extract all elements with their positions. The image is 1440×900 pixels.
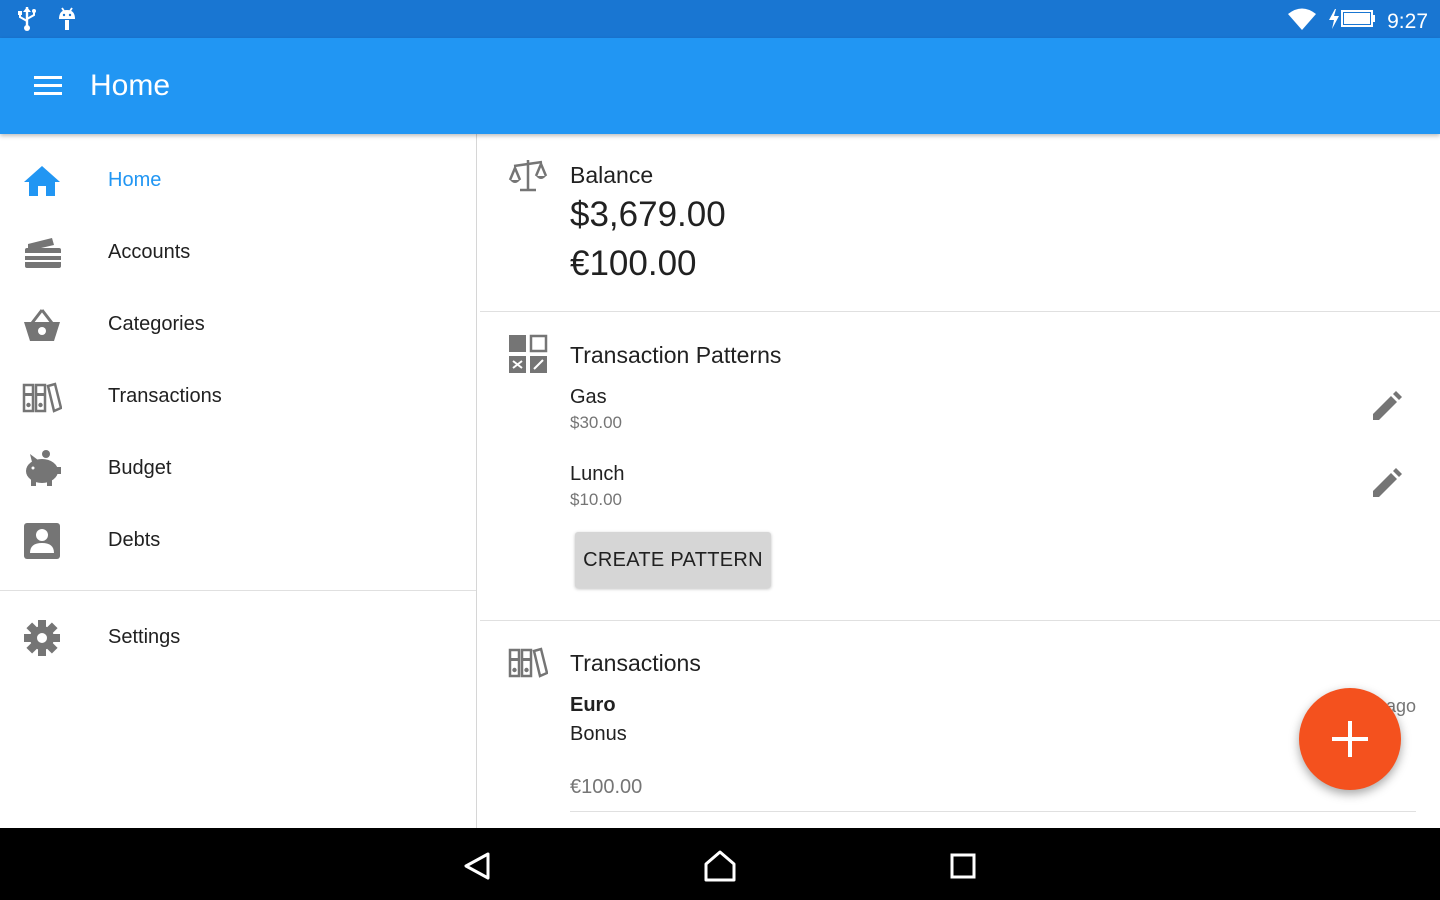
recents-icon[interactable] — [943, 846, 983, 886]
page-title: Home — [90, 69, 171, 102]
usb-icon — [16, 6, 38, 37]
binders-icon — [22, 377, 63, 417]
transaction-amount: €100.00 — [570, 776, 643, 798]
home-icon[interactable] — [700, 846, 740, 886]
navigation-drawer: Home Accounts Categories Transactions Bu… — [0, 134, 477, 828]
android-debug-icon — [56, 6, 78, 37]
drawer-divider — [0, 590, 476, 591]
pattern-name: Lunch — [570, 463, 625, 485]
drawer-item-label: Categories — [108, 313, 205, 335]
status-bar-right: 9:27 — [1287, 6, 1428, 37]
piggy-bank-icon — [22, 449, 62, 489]
basket-icon — [22, 305, 62, 345]
back-icon[interactable] — [458, 846, 498, 886]
battery-charging-icon — [1327, 6, 1377, 37]
hamburger-menu-icon[interactable] — [33, 74, 63, 98]
transaction-category: Bonus — [570, 723, 627, 745]
gear-icon — [22, 618, 62, 658]
pattern-value: $30.00 — [570, 413, 622, 432]
create-pattern-button[interactable]: CREATE PATTERN — [575, 532, 771, 588]
section-divider — [480, 311, 1440, 312]
edit-pattern-icon[interactable] — [1369, 390, 1403, 424]
drawer-item-label: Transactions — [108, 385, 222, 407]
system-nav-bar — [0, 828, 1440, 900]
app-bar: Home — [0, 38, 1440, 134]
add-transaction-fab[interactable] — [1299, 688, 1401, 790]
status-bar-left — [16, 6, 78, 37]
drawer-item-label: Home — [108, 169, 162, 191]
drawer-item-budget[interactable]: Budget — [0, 432, 476, 504]
status-bar: 9:27 — [0, 0, 1440, 38]
drawer-item-transactions[interactable]: Transactions — [0, 360, 476, 432]
home-icon — [22, 161, 62, 201]
pattern-name: Gas — [570, 386, 607, 408]
drawer-item-settings[interactable]: Settings — [0, 601, 476, 673]
section-divider — [480, 620, 1440, 621]
plus-icon — [1332, 721, 1368, 757]
status-time: 9:27 — [1387, 9, 1428, 33]
cards-icon — [22, 233, 62, 273]
drawer-item-home[interactable]: Home — [0, 144, 476, 216]
drawer-item-label: Debts — [108, 529, 161, 551]
drawer-item-label: Accounts — [108, 241, 191, 263]
drawer-item-accounts[interactable]: Accounts — [0, 216, 476, 288]
balance-amount-eur: €100.00 — [570, 244, 697, 283]
person-box-icon — [22, 521, 62, 561]
main-content: Balance $3,679.00 €100.00 Transaction Pa… — [480, 134, 1440, 828]
transaction-divider — [570, 811, 1416, 812]
pattern-value: $10.00 — [570, 490, 622, 509]
balance-amount-usd: $3,679.00 — [570, 195, 726, 234]
scales-icon — [508, 156, 548, 196]
calculator-icon — [508, 334, 548, 374]
transactions-title: Transactions — [570, 650, 701, 676]
balance-title: Balance — [570, 162, 654, 188]
patterns-title: Transaction Patterns — [570, 342, 782, 368]
drawer-item-debts[interactable]: Debts — [0, 504, 476, 576]
binders-icon — [508, 642, 549, 682]
drawer-item-categories[interactable]: Categories — [0, 288, 476, 360]
edit-pattern-icon[interactable] — [1369, 467, 1403, 501]
drawer-item-label: Settings — [108, 626, 181, 648]
wifi-icon — [1287, 6, 1317, 37]
transaction-account: Euro — [570, 694, 616, 716]
drawer-item-label: Budget — [108, 457, 172, 479]
